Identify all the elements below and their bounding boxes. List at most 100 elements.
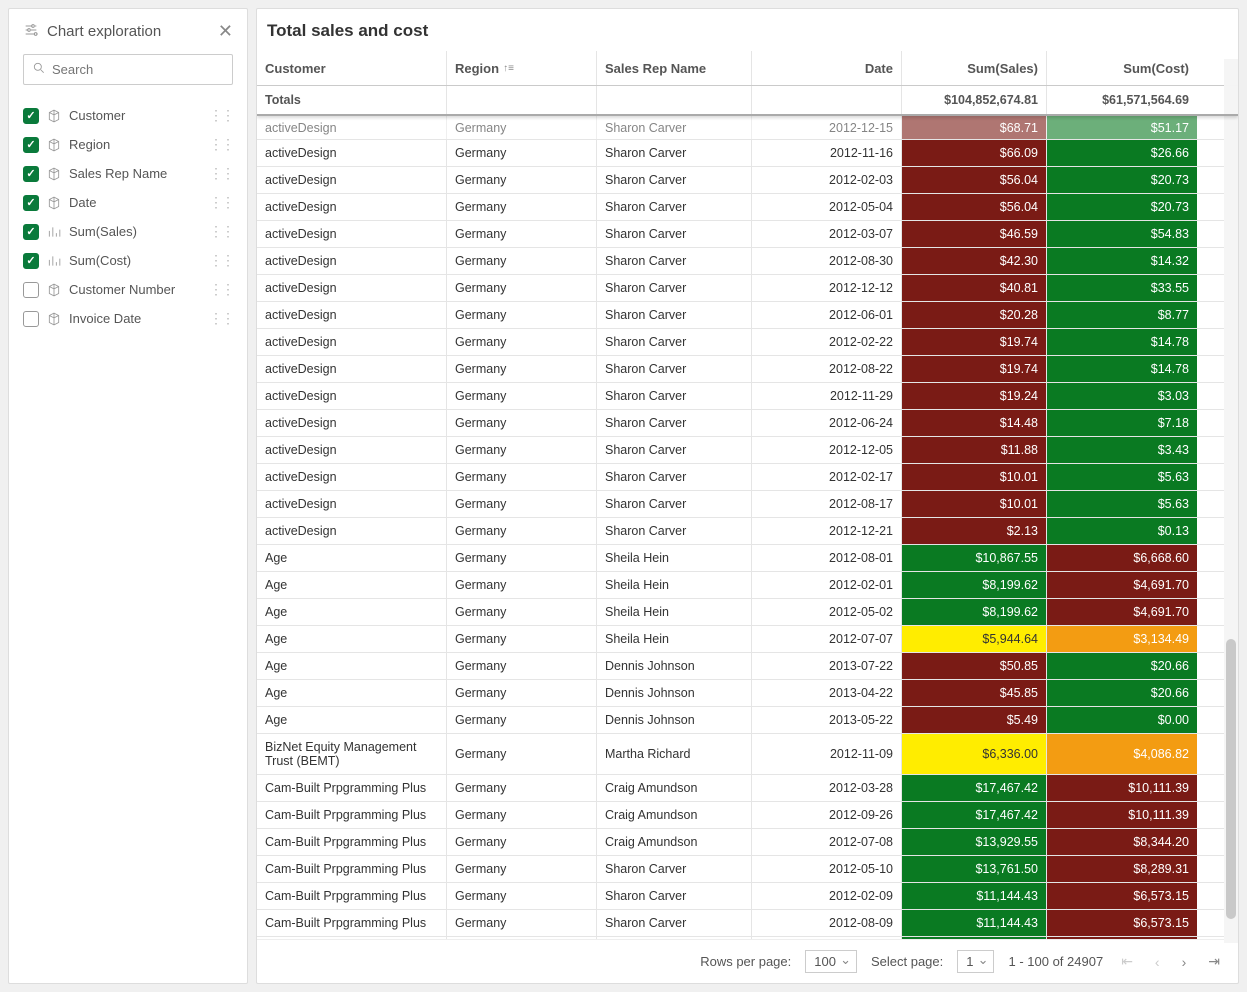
table-row[interactable]: AgeGermanySheila Hein2012-08-01$10,867.5… <box>257 545 1238 572</box>
drag-handle-icon[interactable]: ⋮⋮ <box>209 136 233 153</box>
field-checkbox[interactable] <box>23 137 39 153</box>
cell-region: Germany <box>447 599 597 625</box>
search-icon <box>32 61 46 78</box>
col-header-sales[interactable]: Sum(Sales) <box>902 51 1047 85</box>
cell-cost: $20.66 <box>1047 653 1197 679</box>
cell-sales: $46.59 <box>902 221 1047 247</box>
table-row[interactable]: activeDesignGermanySharon Carver2012-12-… <box>257 518 1238 545</box>
cell-region: Germany <box>447 883 597 909</box>
field-checkbox[interactable] <box>23 282 39 298</box>
cell-customer: Age <box>257 599 447 625</box>
select-page-select[interactable]: 1 <box>957 950 994 973</box>
cell-customer: activeDesign <box>257 356 447 382</box>
table-row[interactable]: AgeGermanySheila Hein2012-07-07$5,944.64… <box>257 626 1238 653</box>
table-row[interactable]: activeDesignGermanySharon Carver2012-12-… <box>257 275 1238 302</box>
col-header-customer[interactable]: Customer <box>257 51 447 85</box>
field-checkbox[interactable] <box>23 224 39 240</box>
table-row[interactable]: Cam-Built Prpgramming PlusGermanySharon … <box>257 883 1238 910</box>
table-row[interactable]: activeDesignGermanySharon Carver2012-02-… <box>257 329 1238 356</box>
cell-customer: activeDesign <box>257 140 447 166</box>
cell-date: 2013-07-22 <box>752 653 902 679</box>
col-header-salesrep[interactable]: Sales Rep Name <box>597 51 752 85</box>
table-row[interactable]: AgeGermanySheila Hein2012-05-02$8,199.62… <box>257 599 1238 626</box>
next-page-icon[interactable]: › <box>1178 954 1191 970</box>
cell-cost: $8,289.31 <box>1047 856 1197 882</box>
table-row[interactable]: activeDesignGermanySharon Carver2012-11-… <box>257 140 1238 167</box>
cell-sales: $10,867.55 <box>902 545 1047 571</box>
drag-handle-icon[interactable]: ⋮⋮ <box>209 310 233 327</box>
first-page-icon[interactable]: ⇤ <box>1117 953 1137 970</box>
field-row[interactable]: Date⋮⋮ <box>9 188 247 217</box>
cell-date: 2012-02-03 <box>752 167 902 193</box>
cell-cost: $20.66 <box>1047 680 1197 706</box>
cell-sales: $19.74 <box>902 356 1047 382</box>
search-input[interactable] <box>52 62 228 77</box>
table-row[interactable]: activeDesignGermanySharon Carver2012-08-… <box>257 356 1238 383</box>
col-header-region[interactable]: Region↑≡ <box>447 51 597 85</box>
cell-sales: $19.24 <box>902 383 1047 409</box>
drag-handle-icon[interactable]: ⋮⋮ <box>209 281 233 298</box>
table-row[interactable]: activeDesignGermanySharon Carver2012-12-… <box>257 437 1238 464</box>
table-row[interactable]: activeDesignGermanySharon Carver2012-03-… <box>257 221 1238 248</box>
close-icon[interactable]: ✕ <box>218 21 233 42</box>
cell-sales: $11.88 <box>902 437 1047 463</box>
field-checkbox[interactable] <box>23 195 39 211</box>
table-row[interactable]: AgeGermanyDennis Johnson2013-04-22$45.85… <box>257 680 1238 707</box>
field-row[interactable]: Customer Number⋮⋮ <box>9 275 247 304</box>
field-row[interactable]: Customer⋮⋮ <box>9 101 247 130</box>
rows-per-page-select[interactable]: 100 <box>805 950 857 973</box>
field-row[interactable]: Sales Rep Name⋮⋮ <box>9 159 247 188</box>
dimension-icon <box>47 312 61 326</box>
rows-per-page-label: Rows per page: <box>700 954 791 969</box>
table-row[interactable]: activeDesignGermanySharon Carver2012-06-… <box>257 410 1238 437</box>
table-row[interactable]: Cam-Built Prpgramming PlusGermanyCraig A… <box>257 775 1238 802</box>
field-row[interactable]: Sum(Sales)⋮⋮ <box>9 217 247 246</box>
cell-date: 2012-08-09 <box>752 910 902 936</box>
drag-handle-icon[interactable]: ⋮⋮ <box>209 223 233 240</box>
table-row[interactable]: Cam-Built Prpgramming PlusGermanyCraig A… <box>257 802 1238 829</box>
field-checkbox[interactable] <box>23 166 39 182</box>
table-row[interactable]: AgeGermanySheila Hein2012-02-01$8,199.62… <box>257 572 1238 599</box>
cell-region: Germany <box>447 194 597 220</box>
table-row[interactable]: activeDesignGermanySharon Carver2012-08-… <box>257 248 1238 275</box>
last-page-icon[interactable]: ⇥ <box>1204 953 1224 970</box>
cell-salesrep: Craig Amundson <box>597 829 752 855</box>
vertical-scrollbar[interactable] <box>1224 59 1238 943</box>
drag-handle-icon[interactable]: ⋮⋮ <box>209 107 233 124</box>
cell-sales: $40.81 <box>902 275 1047 301</box>
cell-region: Germany <box>447 680 597 706</box>
field-checkbox[interactable] <box>23 253 39 269</box>
cell-sales: $8,199.62 <box>902 599 1047 625</box>
table-row[interactable]: activeDesignGermanySharon Carver2012-02-… <box>257 167 1238 194</box>
table-row[interactable]: activeDesignGermanySharon Carver2012-08-… <box>257 491 1238 518</box>
table-row[interactable]: activeDesignGermanySharon Carver2012-02-… <box>257 464 1238 491</box>
col-header-date[interactable]: Date <box>752 51 902 85</box>
table-row[interactable]: AgeGermanyDennis Johnson2013-07-22$50.85… <box>257 653 1238 680</box>
field-row[interactable]: Invoice Date⋮⋮ <box>9 304 247 333</box>
field-row[interactable]: Sum(Cost)⋮⋮ <box>9 246 247 275</box>
cell-cost: $54.83 <box>1047 221 1197 247</box>
prev-page-icon[interactable]: ‹ <box>1151 954 1164 970</box>
table-row[interactable]: activeDesignGermanySharon Carver2012-12-… <box>257 116 1238 140</box>
table-body[interactable]: activeDesignGermanySharon Carver2012-12-… <box>257 116 1238 939</box>
drag-handle-icon[interactable]: ⋮⋮ <box>209 165 233 182</box>
scroll-thumb[interactable] <box>1226 639 1236 919</box>
table-row[interactable]: AgeGermanyDennis Johnson2013-05-22$5.49$… <box>257 707 1238 734</box>
table-row[interactable]: activeDesignGermanySharon Carver2012-06-… <box>257 302 1238 329</box>
field-checkbox[interactable] <box>23 108 39 124</box>
field-checkbox[interactable] <box>23 311 39 327</box>
table-row[interactable]: Cam-Built Prpgramming PlusGermanySharon … <box>257 910 1238 937</box>
table-row[interactable]: activeDesignGermanySharon Carver2012-05-… <box>257 194 1238 221</box>
col-header-cost[interactable]: Sum(Cost) <box>1047 51 1197 85</box>
table-row[interactable]: Cam-Built Prpgramming PlusGermanySharon … <box>257 856 1238 883</box>
drag-handle-icon[interactable]: ⋮⋮ <box>209 194 233 211</box>
table-row[interactable]: BizNet Equity Management Trust (BEMT)Ger… <box>257 734 1238 775</box>
cell-salesrep: Sharon Carver <box>597 329 752 355</box>
table-row[interactable]: Cam-Built Prpgramming PlusGermanyCraig A… <box>257 829 1238 856</box>
field-row[interactable]: Region⋮⋮ <box>9 130 247 159</box>
cell-cost: $5.63 <box>1047 464 1197 490</box>
search-input-wrap[interactable] <box>23 54 233 85</box>
table-row[interactable]: activeDesignGermanySharon Carver2012-11-… <box>257 383 1238 410</box>
cell-region: Germany <box>447 653 597 679</box>
drag-handle-icon[interactable]: ⋮⋮ <box>209 252 233 269</box>
